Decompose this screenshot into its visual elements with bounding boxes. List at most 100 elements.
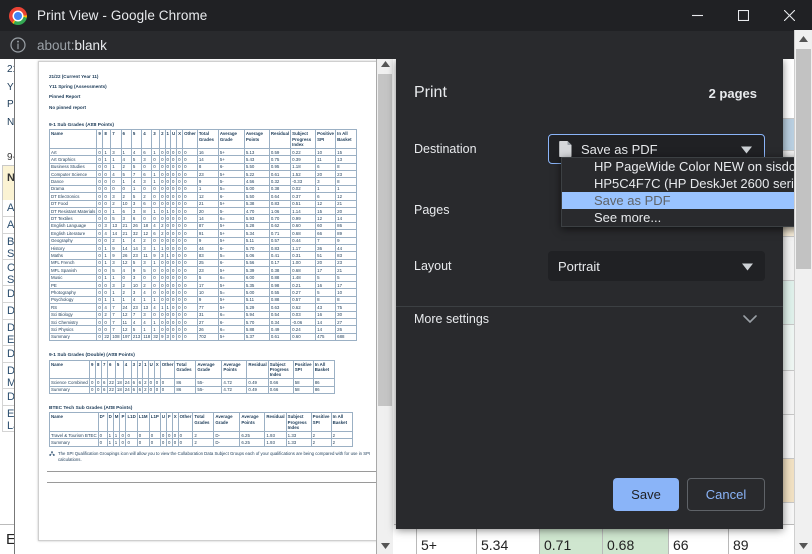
table-cell: 0.31 [290, 251, 317, 260]
main-scrollbar[interactable] [794, 30, 812, 554]
table-cell: 0 [182, 221, 198, 231]
destination-option-2[interactable]: Save as PDF [562, 192, 812, 209]
table-cell: 10 [315, 147, 337, 157]
table-cell: 5 [130, 325, 143, 334]
column-header: L1D [125, 412, 138, 433]
table-cell: 3 [130, 288, 143, 297]
preview-scroll-down-icon[interactable] [377, 538, 393, 554]
table-cell: 0 [182, 207, 198, 216]
table-cell: 1.06 [268, 207, 292, 216]
table-cell: 26 [335, 325, 358, 334]
table-cell: MFL French [48, 258, 98, 268]
destination-dropdown-list[interactable]: HP PageWide Color NEW on sisdc01 HP5C4F7C… [561, 157, 812, 227]
table-cell: 3 [130, 207, 143, 216]
table-cell: 20 [315, 258, 337, 268]
table-cell: 26 [196, 325, 219, 334]
table-cell: 1 [151, 325, 161, 334]
scrollbar-corner [795, 0, 812, 30]
table-cell: 5.00 [243, 184, 270, 194]
table-cell: 5 [130, 258, 143, 268]
table-cell: 0 [182, 199, 198, 209]
url-text[interactable]: about:blank [37, 38, 107, 53]
table-cell: 3 [141, 310, 153, 319]
table-cell: 5+ [217, 155, 245, 164]
table-cell: 55- [195, 385, 223, 394]
table-cell: Photography [48, 288, 98, 297]
table-cell: 13 [141, 303, 153, 312]
minimize-button[interactable] [674, 0, 720, 31]
table-cell: 8 [141, 207, 153, 216]
table-cell: 20 [196, 207, 219, 216]
table-row: Science Combined 0 0 6 22 18 24 6 6 2 0 0 0 86 55- 4.72… [49, 378, 335, 387]
main-scroll-up-icon[interactable] [795, 30, 812, 47]
table-cell: 17 [196, 280, 219, 290]
table-cell: 0 [182, 251, 198, 260]
table-cell: 0 [151, 288, 161, 297]
main-scroll-down-icon[interactable] [795, 537, 812, 554]
table-cell: 7 [130, 170, 143, 179]
preview-scrollbar[interactable] [376, 56, 393, 554]
table-cell: 0 [182, 243, 198, 253]
table-cell: 60 [315, 221, 337, 231]
table-cell: 2 [310, 438, 332, 447]
table-cell: 44 [196, 243, 219, 253]
chevron-expand-icon[interactable] [743, 310, 757, 328]
chrome-window: 21 Y1 Pin No 9- Na Art Art BuSt CoSc Da … [0, 0, 812, 554]
table-cell: 91 [196, 229, 219, 238]
table-cell: 9 [110, 251, 122, 260]
column-header: Total Grades [174, 359, 197, 380]
table-cell: 0.98 [268, 280, 292, 290]
table-cell: 12 [120, 325, 132, 334]
more-settings-label: More settings [414, 312, 490, 326]
save-button[interactable]: Save [613, 478, 679, 511]
table-cell: 43 [315, 303, 337, 312]
column-header: Name [49, 359, 90, 380]
table-cell: 0 [177, 431, 194, 440]
table-row: Photography 0 0 1 2 3 4 0 0 0 0 0 0 10 5= 5.00 0.55 0.27 5… [48, 288, 358, 297]
table-cell: 0.22 [290, 147, 317, 157]
address-bar[interactable]: about:blank [0, 31, 812, 59]
table-cell: 0 [182, 310, 198, 319]
column-header: Average Points [221, 359, 248, 380]
table-cell: Summary [49, 385, 90, 394]
cancel-button[interactable]: Cancel [687, 478, 765, 511]
table-cell: 21 [335, 266, 358, 275]
url-path: blank [74, 37, 107, 53]
table-cell: 5.29 [243, 303, 270, 312]
column-header: M [112, 412, 121, 433]
table-cell: 475 [315, 332, 337, 342]
more-settings-row[interactable]: More settings [396, 310, 783, 328]
table-row: Art 0 1 3 1 4 6 1 0 0 0 0 0 16 5+ 5.13 0.59 0.22 10 15 [48, 147, 358, 157]
table-cell: 3 [141, 258, 153, 268]
table-row: Dance 0 0 0 1 4 3 1 0 0 0 0 0 9 5- 4.56 0.32 -0.33 3 8 [48, 177, 358, 186]
table-cell: 0 [151, 273, 161, 282]
window-title-bar: Print View - Google Chrome [0, 0, 812, 31]
table-cell: 0 [148, 431, 161, 440]
table-cell: 0.66 [267, 385, 294, 394]
table-cell: 0.71 [268, 229, 292, 238]
column-header: 4 [122, 359, 132, 380]
table-cell: 31 [196, 310, 219, 319]
maximize-button[interactable] [720, 0, 766, 31]
table-cell: 0.66 [267, 378, 294, 387]
table-cell: 0.62 [290, 303, 317, 312]
preview-scroll-thumb[interactable] [378, 74, 392, 406]
table-cell: 6 [315, 192, 337, 201]
table-cell: 26 [120, 251, 132, 260]
table-cell: 3 [102, 221, 112, 231]
main-scroll-thumb[interactable] [796, 49, 811, 269]
destination-option-3[interactable]: See more... [562, 209, 812, 226]
table-cell: 4 [151, 221, 161, 231]
table-cell: 3 [130, 273, 143, 282]
table-cell: 0.68 [290, 266, 317, 275]
table-cell: 0 [151, 162, 161, 172]
column-header: 5 [130, 129, 143, 149]
destination-option-1[interactable]: HP5C4F7C (HP DeskJet 2600 series) [562, 175, 812, 192]
page-count-label: 2 pages [708, 85, 757, 101]
table-cell: 0.49 [268, 325, 292, 334]
info-circle-icon[interactable] [10, 37, 26, 53]
table-cell: 6 [315, 162, 337, 172]
table-cell: 1.52 [290, 170, 317, 179]
layout-select[interactable]: Portrait [548, 251, 765, 281]
destination-option-0[interactable]: HP PageWide Color NEW on sisdc01 [562, 158, 812, 175]
